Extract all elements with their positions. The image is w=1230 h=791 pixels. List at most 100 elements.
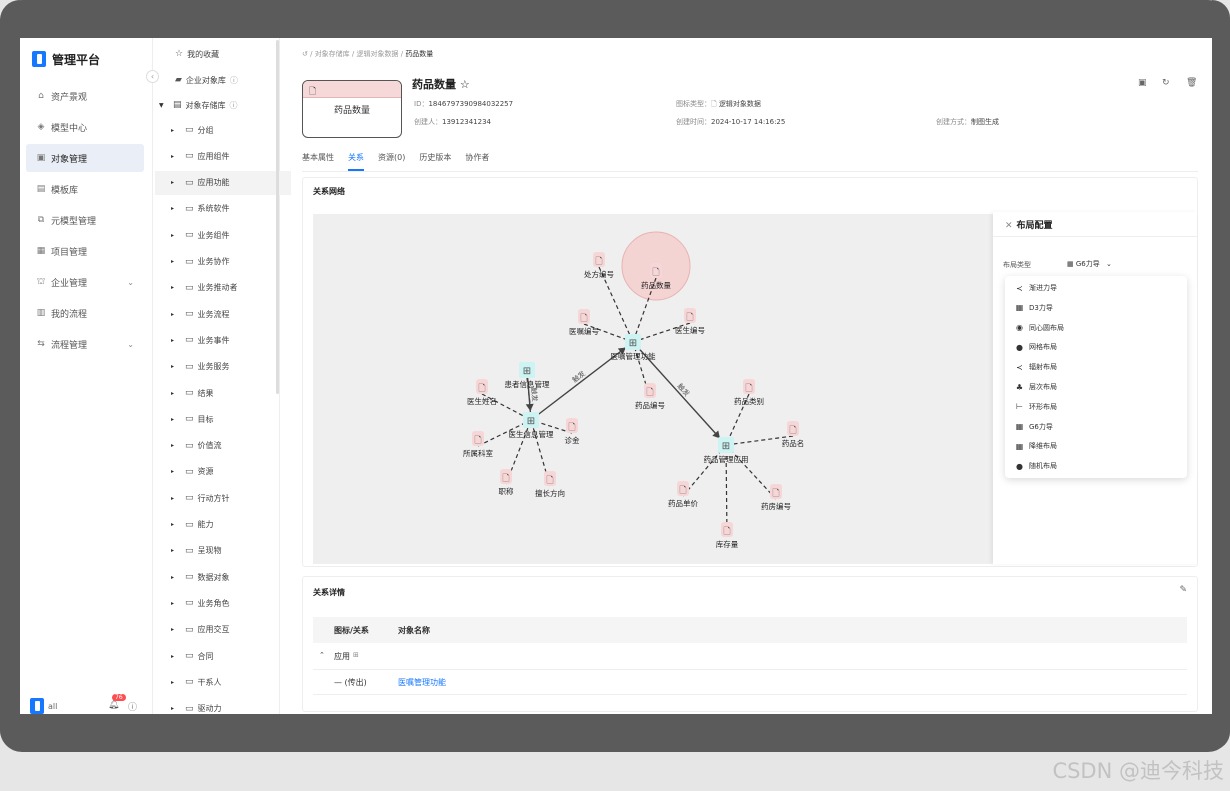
sidebar-item[interactable]: ◈ 模型中心 (26, 113, 144, 141)
tree-folder[interactable]: ▸ ▭ 业务推动者 (155, 276, 291, 300)
graph-leaf-node[interactable]: 🗋︎ 药品编号 (635, 383, 665, 410)
back-icon[interactable]: ↺ (302, 50, 308, 58)
sidebar-item[interactable]: ▣ 对象管理 (26, 144, 144, 172)
tree-folder[interactable]: ▸ ▭ 应用功能 (155, 170, 291, 195)
sidebar-item-label: 对象管理 (51, 154, 88, 165)
graph-leaf-node[interactable]: 🗋︎ 医生姓名 (467, 379, 497, 406)
sidebar-item[interactable]: ⧉ 元模型管理 (26, 206, 144, 234)
tree-folder[interactable]: ▸ ▭ 应用组件 (155, 144, 291, 168)
layout-option[interactable]: ● 网格布局 (1015, 337, 1057, 357)
caret-right-icon: ▸ (171, 179, 175, 187)
table-row[interactable]: — (传出) 医嘱管理功能 (313, 669, 1187, 695)
relation-graph[interactable]: 触发 触发 触发 🗋︎ 处方编号 🗋︎ 药品数量 🗋︎ 医嘱编号 🗋︎ 医生编号 🗋︎ 药品编号 🗋︎ 医… (313, 214, 993, 564)
graph-leaf-node[interactable]: 🗋︎ 库存量 (716, 522, 739, 549)
tree-folder[interactable]: ▸ ▭ 业务服务 (155, 355, 291, 379)
tree-folder[interactable]: ▸ ▭ 数据对象 (155, 565, 291, 589)
history-icon[interactable]: ↻ (1162, 78, 1170, 88)
layout-type-select[interactable]: ▦ G6力导 ⌄ (1067, 259, 1112, 269)
tab-relations[interactable]: 关系 (348, 152, 364, 171)
tree-folder[interactable]: ▸ ▭ 业务事件 (155, 328, 291, 352)
tree-folder[interactable]: ▸ ▭ 业务角色 (155, 591, 291, 615)
graph-leaf-node[interactable]: 🗋︎ 药品名 (782, 421, 805, 448)
tree-folder[interactable]: ▸ ▭ 干系人 (155, 670, 291, 694)
tree-folder[interactable]: ▸ ▭ 目标 (155, 407, 291, 431)
tree-folder[interactable]: ▸ ▭ 应用交互 (155, 618, 291, 642)
document-icon: 🗋︎ (789, 426, 796, 436)
edit-icon[interactable]: ✎ (1179, 585, 1187, 595)
tree-folder[interactable]: ▸ ▭ 呈现物 (155, 539, 291, 563)
layout-option[interactable]: ▦ G6力导 (1015, 417, 1053, 437)
tab-collaborators[interactable]: 协作者 (465, 152, 489, 171)
tab-basic[interactable]: 基本属性 (302, 152, 334, 171)
tree-folder[interactable]: ▸ ▭ 结果 (155, 381, 291, 405)
sidebar-item[interactable]: ▥ 我的流程 (26, 299, 144, 327)
graph-hub-node[interactable]: ⊞ 医生信息管理 (509, 412, 554, 439)
tree-scrollbar[interactable] (276, 40, 279, 394)
tree-folder[interactable]: ▸ ▭ 业务组件 (155, 223, 291, 247)
tree-favorites[interactable]: ☆ 我的收藏 (155, 42, 295, 66)
caret-right-icon: ▸ (171, 468, 175, 476)
tree-folder[interactable]: ▸ ▭ 合同 (155, 644, 291, 668)
graph-leaf-node[interactable]: 🗋︎ 诊金 (565, 418, 580, 445)
document-icon: 🗋︎ (679, 486, 686, 496)
breadcrumb-item[interactable]: 逻辑对象数据 (357, 50, 399, 58)
collapse-icon[interactable]: ⌃ (319, 651, 325, 659)
sidebar-item[interactable]: ⌂ 资产景观 (26, 82, 144, 110)
table-group-row[interactable]: ⌃ 应用 ⊞ (313, 644, 1187, 670)
tree-object-lib[interactable]: ▼ ▤ 对象存储库 ⓘ (155, 93, 279, 117)
tree-enterprise-lib[interactable]: ▰ 企业对象库 ⓘ (155, 68, 295, 92)
graph-leaf-node[interactable]: 🗋︎ 药品单价 (668, 481, 698, 508)
tree-folder[interactable]: ▸ ▭ 驱动力 (155, 697, 291, 714)
graph-hub-node[interactable]: ⊞ 患者信息管理 (505, 362, 550, 389)
graph-leaf-node[interactable]: 🗋︎ 处方编号 (584, 252, 614, 279)
layout-option[interactable]: ♣ 层次布局 (1015, 377, 1057, 397)
folder-icon: ▭ (185, 309, 194, 320)
tree-folder[interactable]: ▸ ▭ 资源 (155, 460, 291, 484)
graph-hub-node[interactable]: ⊞ 医嘱管理功能 (611, 334, 656, 361)
tree-item-label: 应用交互 (197, 625, 230, 635)
graph-leaf-node[interactable]: 🗋︎ 医嘱编号 (569, 309, 599, 336)
tree-folder[interactable]: ▸ ▭ 价值流 (155, 434, 291, 458)
tree-folder[interactable]: ▸ ▭ 业务协作 (155, 250, 291, 274)
watermark: CSDN @迪今科技 (1052, 759, 1224, 783)
sidebar-item[interactable]: ▤ 模板库 (26, 175, 144, 203)
close-icon[interactable]: ✕ (1005, 221, 1013, 231)
layout-option[interactable]: ≺ 渐进力导 (1015, 278, 1057, 298)
relation-graph-canvas[interactable]: 触发触发触发 🗋︎处方编号 🗋︎药品数量🗋︎医嘱编号🗋︎医生编号🗋︎药品编号🗋︎医… (313, 214, 993, 564)
tree-folder[interactable]: ▸ ▭ 分组 (155, 118, 291, 142)
tree-folder[interactable]: ▸ ▭ 业务流程 (155, 302, 291, 326)
layout-option[interactable]: ◉ 同心圆布局 (1015, 318, 1064, 338)
help-icon[interactable]: ⓘ (128, 700, 137, 713)
tab-resources[interactable]: 资源(0) (378, 152, 405, 171)
sidebar-item[interactable]: ▦ 项目管理 (26, 237, 144, 265)
layout-option[interactable]: ▦ 降维布局 (1015, 436, 1057, 456)
user-avatar[interactable] (30, 698, 44, 714)
tree-folder[interactable]: ▸ ▭ 系统软件 (155, 197, 291, 221)
enterprise-icon: ⛫ (36, 276, 46, 287)
layout-option[interactable]: ≺ 辐射布局 (1015, 357, 1057, 377)
breadcrumb-item[interactable]: 对象存储库 (315, 50, 350, 58)
sidebar-item[interactable]: ⇆ 流程管理 ⌄ (26, 330, 144, 358)
tree-folder[interactable]: ▸ ▭ 能力 (155, 513, 291, 537)
object-link[interactable]: 医嘱管理功能 (398, 677, 446, 688)
graph-leaf-node[interactable]: 🗋︎ 擅长方向 (535, 471, 565, 498)
caret-right-icon: ▸ (171, 363, 175, 371)
graph-leaf-node[interactable]: 🗋︎ 药品类别 (734, 379, 764, 406)
tree-folder[interactable]: ▸ ▭ 行动方针 (155, 486, 291, 510)
graph-hub-node[interactable]: ⊞ 药品管理应用 (704, 437, 749, 464)
info-icon: ⓘ (229, 100, 238, 110)
graph-leaf-node[interactable]: 🗋︎ 医生编号 (675, 308, 705, 335)
layout-option[interactable]: ⊢ 环形布局 (1015, 397, 1057, 417)
tree-item-label: 目标 (197, 414, 214, 424)
graph-leaf-node[interactable]: 🗋︎ 职称 (499, 469, 514, 496)
tab-history[interactable]: 历史版本 (419, 152, 451, 171)
bell-icon[interactable]: 🔔︎ (108, 700, 119, 710)
save-icon[interactable]: ▣ (1138, 78, 1147, 88)
delete-icon[interactable]: 🗑︎ (1186, 78, 1197, 88)
graph-leaf-node[interactable]: 🗋︎ 所属科室 (463, 431, 493, 458)
sidebar-item[interactable]: ⛫ 企业管理 ⌄ (26, 268, 144, 296)
object-thumbnail: 🗋︎ 药品数量 (302, 80, 402, 138)
layout-option[interactable]: ▦ D3力导 (1015, 298, 1053, 318)
star-icon[interactable]: ☆ (460, 78, 470, 91)
layout-option[interactable]: ● 随机布局 (1015, 456, 1057, 476)
